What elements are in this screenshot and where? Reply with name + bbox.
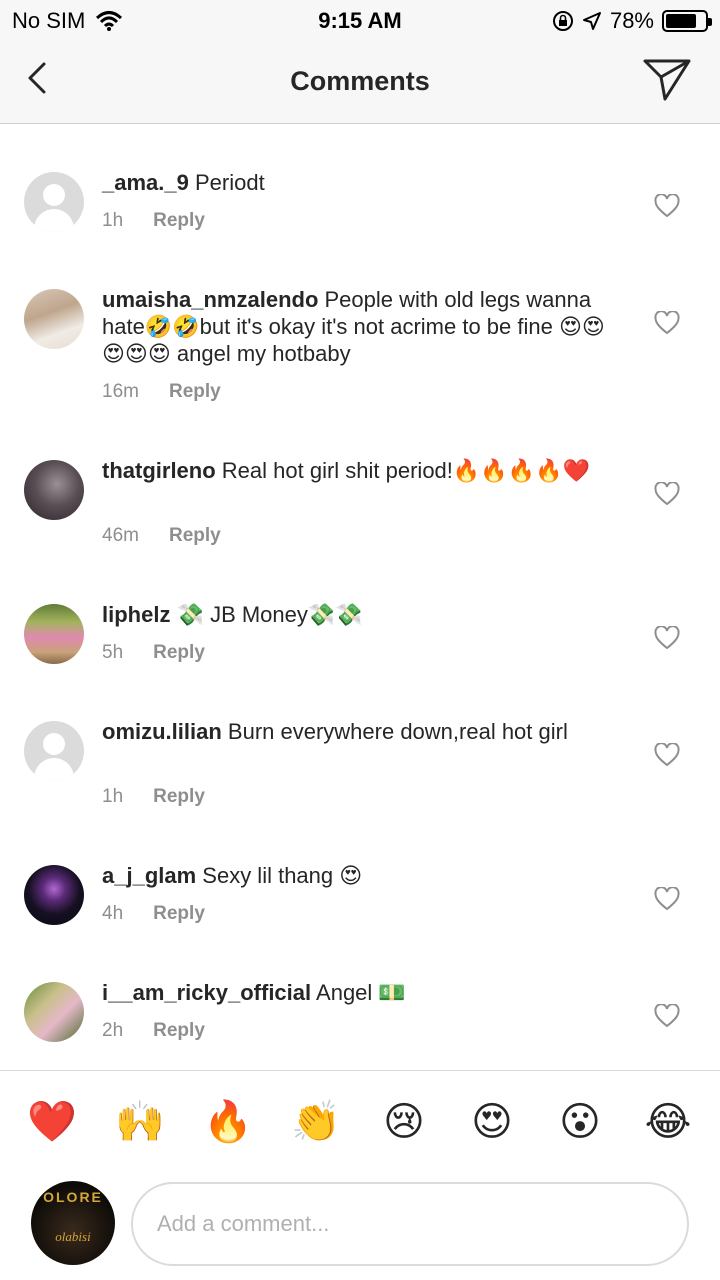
- reply-button[interactable]: Reply: [153, 903, 205, 925]
- comment-meta: 2h Reply: [102, 1020, 205, 1042]
- battery-percent: 78%: [609, 8, 654, 33]
- comment-body: _ama._9 Periodt: [102, 169, 622, 196]
- avatar-logo-sub: olabisi: [55, 1229, 91, 1244]
- avatar[interactable]: OLORE olabisi: [31, 1181, 115, 1265]
- page-title: Comments: [290, 66, 430, 96]
- heart-icon[interactable]: [654, 482, 680, 506]
- emoji-clap-button[interactable]: 👏: [286, 1097, 346, 1147]
- comment-time: 16m: [102, 381, 139, 402]
- comment-time: 46m: [102, 525, 139, 546]
- emoji-surprised-button[interactable]: 😮: [550, 1097, 610, 1147]
- emoji-laugh-button[interactable]: 😂: [638, 1097, 698, 1147]
- avatar[interactable]: [24, 721, 84, 781]
- reply-button[interactable]: Reply: [169, 525, 221, 547]
- heart-icon[interactable]: [654, 194, 680, 218]
- avatar[interactable]: [24, 865, 84, 925]
- comment-username[interactable]: _ama._9: [102, 170, 189, 195]
- comment-body: i__am_ricky_official Angel 💵: [102, 979, 622, 1006]
- comment-input[interactable]: [131, 1182, 689, 1266]
- comments-list: _ama._9 Periodt 1h Reply umaisha_nmzalen…: [0, 125, 720, 1070]
- comment-meta: 1h Reply: [102, 786, 205, 808]
- reply-button[interactable]: Reply: [153, 642, 205, 664]
- battery-fill: [666, 14, 696, 28]
- comment-meta: 16m Reply: [102, 381, 221, 403]
- comment-username[interactable]: thatgirleno: [102, 458, 216, 483]
- comment-time: 5h: [102, 642, 124, 663]
- comment-body: liphelz 💸 JB Money💸💸: [102, 601, 622, 628]
- emoji-heart-eyes-button[interactable]: 😍: [462, 1097, 522, 1147]
- comment-text: 💸 JB Money💸💸: [170, 602, 363, 627]
- status-bar: No SIM 9:15 AM 78%: [0, 0, 720, 40]
- comment-body: thatgirleno Real hot girl shit period!🔥🔥…: [102, 457, 622, 484]
- comment-username[interactable]: liphelz: [102, 602, 170, 627]
- avatar-logo-text: OLORE: [43, 1189, 103, 1205]
- heart-icon[interactable]: [654, 743, 680, 767]
- comment-meta: 46m Reply: [102, 525, 221, 547]
- heart-icon[interactable]: [654, 311, 680, 335]
- comment-composer: OLORE olabisi: [0, 1175, 720, 1280]
- comment-text: Real hot girl shit period!🔥🔥🔥🔥❤️: [215, 458, 590, 483]
- reply-button[interactable]: Reply: [169, 381, 221, 403]
- paper-plane-icon[interactable]: [642, 56, 692, 102]
- comment-meta: 5h Reply: [102, 642, 205, 664]
- comment-text: Sexy lil thang 😍: [196, 863, 363, 888]
- reply-button[interactable]: Reply: [153, 786, 205, 808]
- comment-time: 1h: [102, 786, 124, 807]
- comment-body: a_j_glam Sexy lil thang 😍: [102, 862, 622, 889]
- comment-time: 2h: [102, 1020, 124, 1041]
- comment-username[interactable]: omizu.lilian: [102, 719, 222, 744]
- emoji-cry-button[interactable]: 😢: [374, 1097, 434, 1147]
- emoji-quick-bar: ❤️ 🙌 🔥 👏 😢 😍 😮 😂: [0, 1070, 720, 1175]
- reply-button[interactable]: Reply: [153, 1020, 205, 1042]
- heart-icon[interactable]: [654, 626, 680, 650]
- reply-button[interactable]: Reply: [153, 210, 205, 232]
- status-right: 78%: [552, 8, 712, 34]
- emoji-raised-hands-button[interactable]: 🙌: [110, 1097, 170, 1147]
- emoji-fire-button[interactable]: 🔥: [198, 1097, 258, 1147]
- orientation-lock-icon: [552, 11, 573, 31]
- emoji-heart-button[interactable]: ❤️: [22, 1097, 82, 1147]
- comment-text: Angel 💵: [311, 980, 406, 1005]
- avatar[interactable]: [24, 289, 84, 349]
- avatar[interactable]: [24, 604, 84, 664]
- avatar[interactable]: [24, 460, 84, 520]
- comment-text: Burn everywhere down,real hot girl: [221, 719, 568, 744]
- location-arrow-icon: [582, 12, 601, 30]
- comment-time: 4h: [102, 903, 124, 924]
- comment-username[interactable]: a_j_glam: [102, 863, 196, 888]
- comment-body: umaisha_nmzalendo People with old legs w…: [102, 286, 622, 367]
- heart-icon[interactable]: [654, 1004, 680, 1028]
- comment-text: Periodt: [188, 170, 265, 195]
- battery-icon: [662, 10, 712, 32]
- heart-icon[interactable]: [654, 887, 680, 911]
- comment-username[interactable]: umaisha_nmzalendo: [102, 287, 318, 312]
- comment-meta: 4h Reply: [102, 903, 205, 925]
- comment-meta: 1h Reply: [102, 210, 205, 232]
- comment-body: omizu.lilian Burn everywhere down,real h…: [102, 718, 622, 745]
- nav-bar: Comments: [0, 40, 720, 124]
- comment-time: 1h: [102, 210, 124, 231]
- avatar[interactable]: [24, 172, 84, 232]
- avatar[interactable]: [24, 982, 84, 1042]
- comment-username[interactable]: i__am_ricky_official: [102, 980, 311, 1005]
